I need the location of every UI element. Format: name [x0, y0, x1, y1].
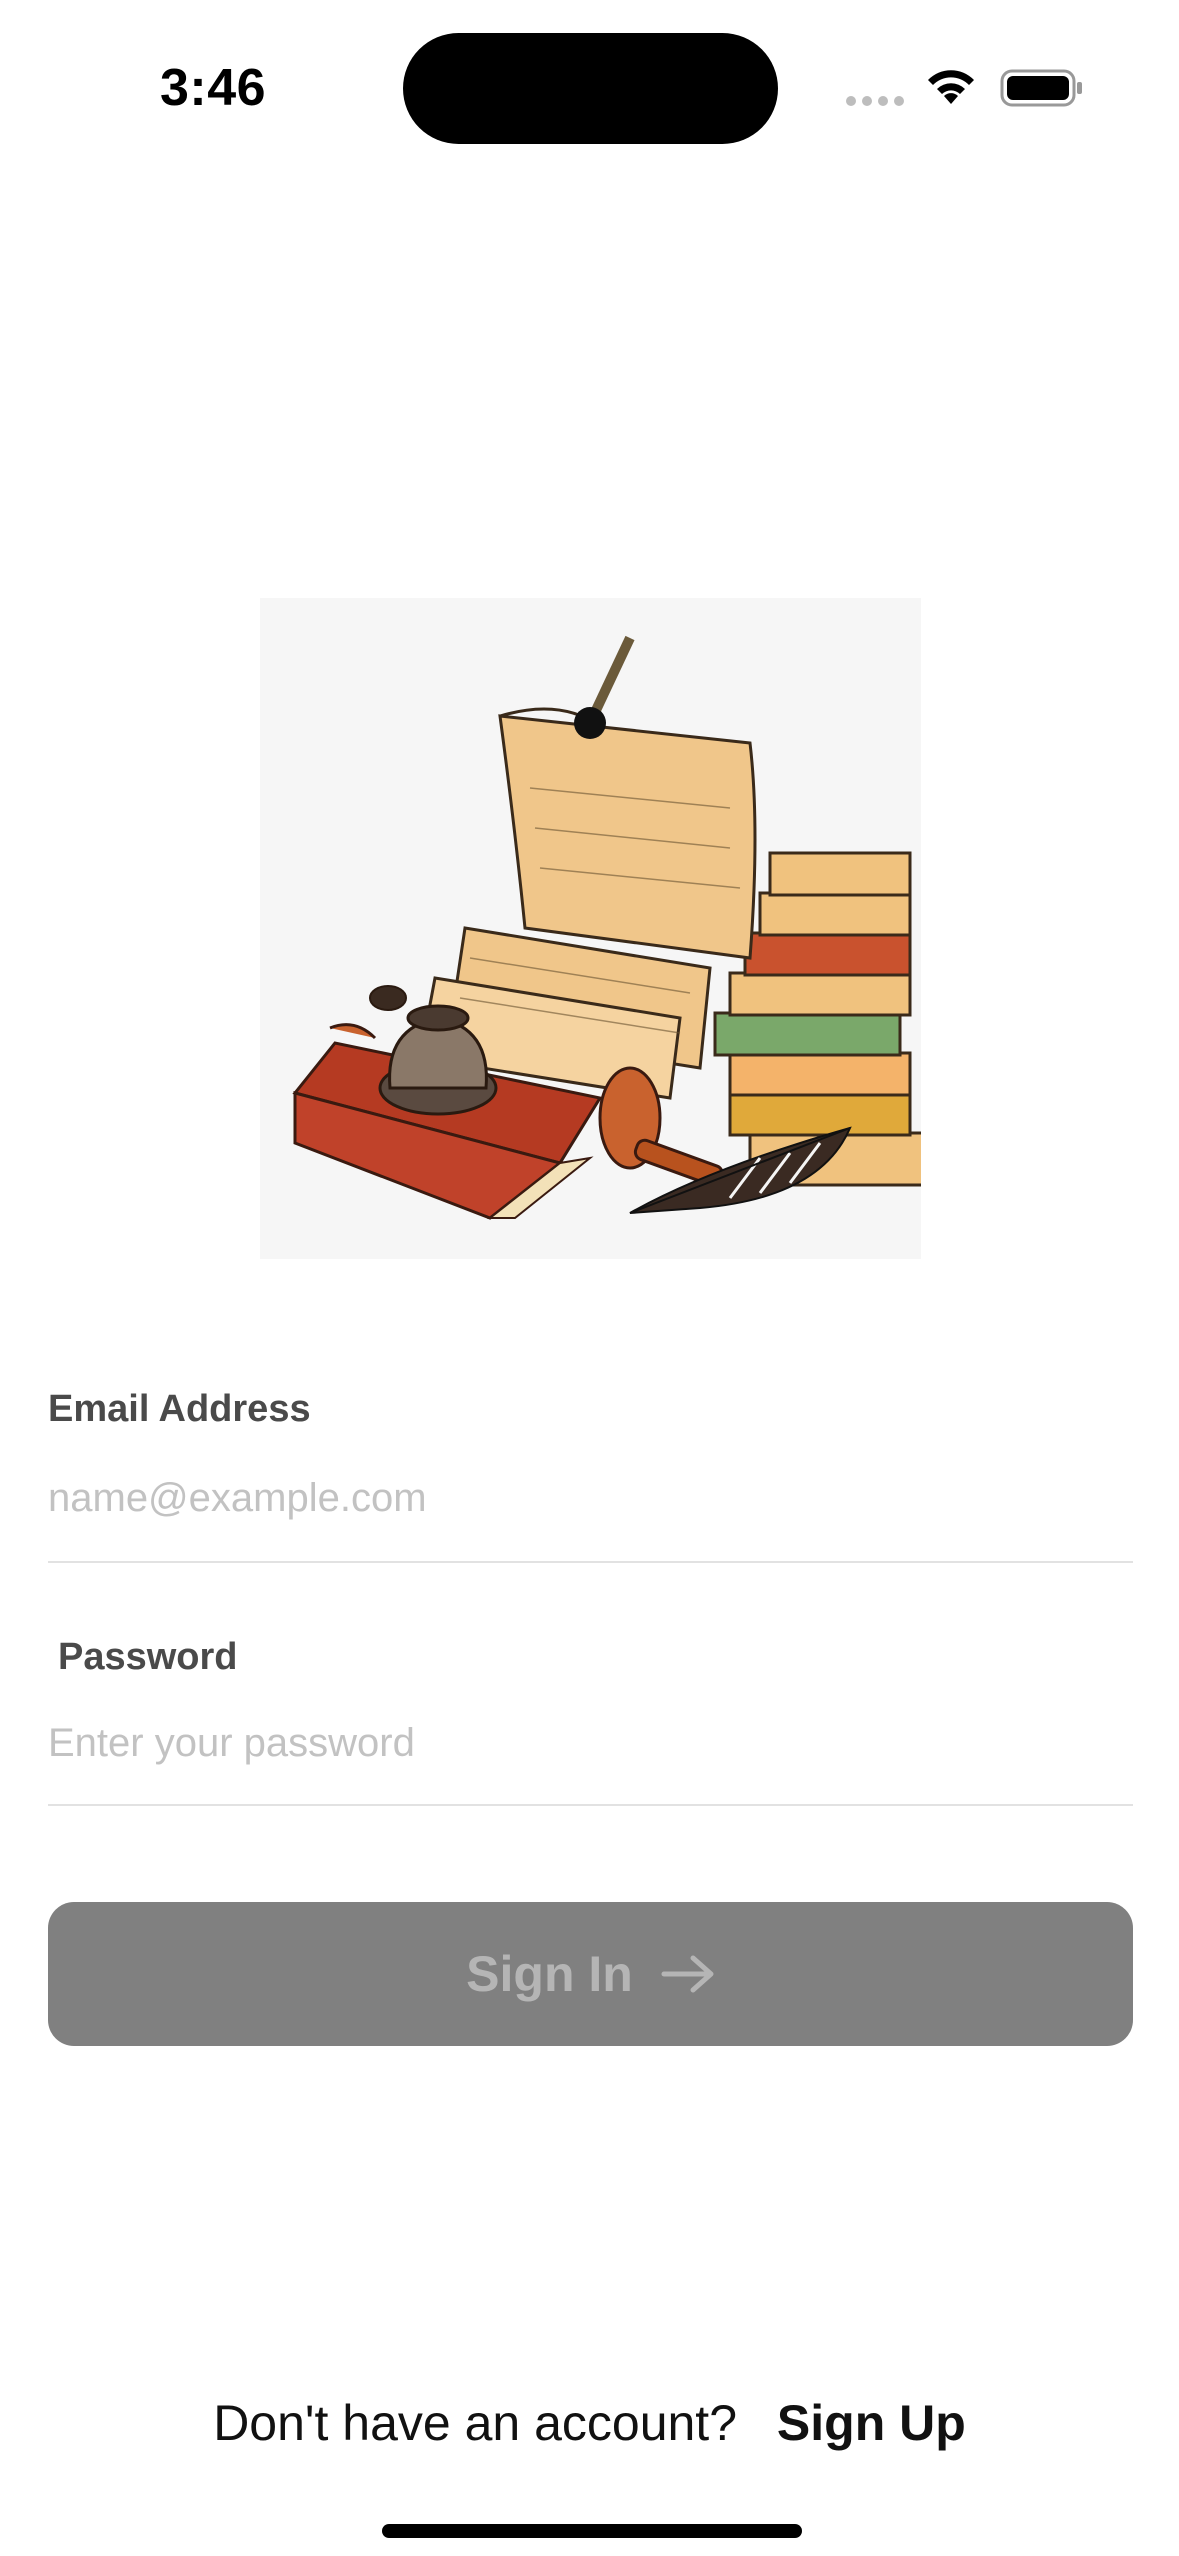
- cellular-signal-icon: [846, 94, 906, 108]
- email-label: Email Address: [48, 1388, 311, 1430]
- hero-illustration: [260, 598, 927, 1259]
- dynamic-island: [403, 33, 778, 144]
- battery-icon: [1000, 69, 1082, 107]
- home-indicator[interactable]: [382, 2524, 802, 2538]
- password-divider: [48, 1804, 1133, 1806]
- email-divider: [48, 1561, 1133, 1563]
- status-bar: 3:46: [0, 0, 1179, 170]
- sign-in-label: Sign In: [466, 1946, 633, 2002]
- books-scroll-quill-illustration: [292, 635, 927, 1220]
- arrow-right-icon: [661, 1955, 714, 1993]
- sign-up-footer: Don't have an account? Sign Up: [0, 2394, 1179, 2452]
- password-field[interactable]: [48, 1703, 1133, 1783]
- email-field[interactable]: [48, 1458, 1133, 1538]
- no-account-prompt: Don't have an account?: [213, 2395, 738, 2451]
- wifi-icon: [928, 70, 974, 104]
- sign-in-button[interactable]: Sign In: [48, 1902, 1133, 2046]
- password-label: Password: [58, 1636, 238, 1678]
- sign-up-link[interactable]: Sign Up: [777, 2395, 966, 2451]
- status-time: 3:46: [160, 59, 267, 117]
